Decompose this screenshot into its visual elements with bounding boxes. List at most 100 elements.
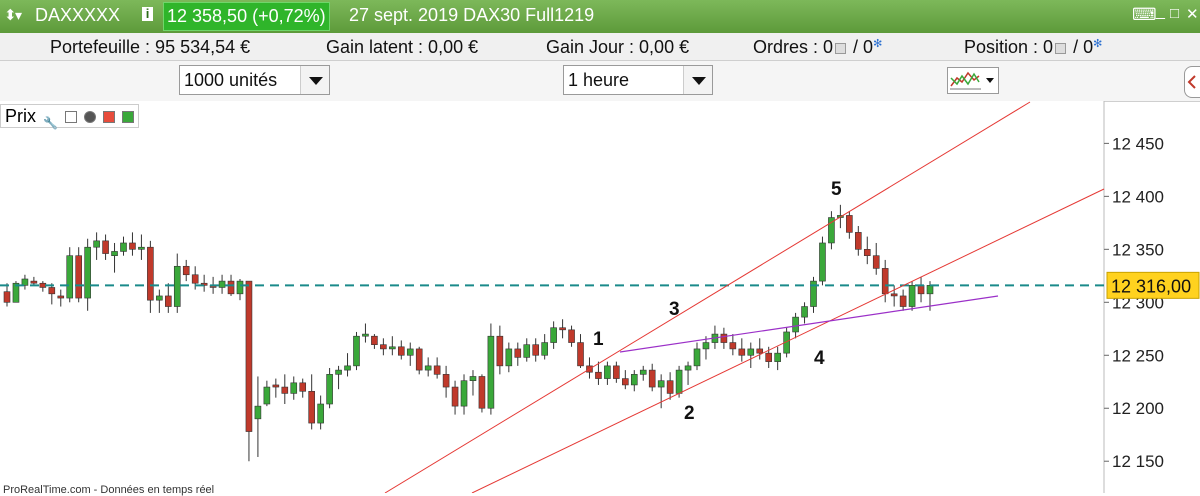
price-axis: 12 45012 40012 35012 30012 25012 20012 1… bbox=[1104, 134, 1200, 471]
candle-body bbox=[344, 365, 351, 371]
candle-body bbox=[362, 333, 369, 337]
quantity-select[interactable]: 1000 unités bbox=[179, 65, 330, 95]
data-source-note: ProRealTime.com - Données en temps réel bbox=[3, 484, 215, 496]
candle-body bbox=[236, 280, 244, 295]
candle-body bbox=[3, 291, 11, 303]
candle-body bbox=[57, 295, 65, 299]
portfolio-value: Portefeuille : 95 534,54 € bbox=[50, 37, 251, 57]
candle-body bbox=[263, 386, 271, 405]
position-pending: / 0 bbox=[1073, 37, 1094, 57]
window-icon[interactable] bbox=[64, 111, 77, 124]
orders-count: Ordres : 0 bbox=[753, 37, 834, 57]
candle-body bbox=[442, 374, 450, 388]
candle-body bbox=[819, 242, 826, 282]
candle-body bbox=[66, 255, 74, 299]
candle-body bbox=[424, 365, 432, 371]
wave-label-2: 2 bbox=[684, 403, 695, 424]
chevron-down-icon[interactable]: ▾ bbox=[15, 7, 22, 24]
candle-body bbox=[147, 246, 154, 301]
price-chart[interactable]: 12 45012 40012 35012 30012 25012 20012 1… bbox=[0, 101, 1200, 493]
candle-body bbox=[326, 374, 333, 405]
move-down-icon[interactable] bbox=[103, 111, 116, 124]
candle-body bbox=[613, 365, 620, 379]
orders-pending: / 0 bbox=[853, 37, 874, 57]
candle-body bbox=[156, 295, 163, 301]
y-tick-label: 12 400 bbox=[1112, 187, 1164, 206]
candle-body bbox=[872, 255, 880, 269]
candle-body bbox=[496, 335, 504, 367]
candle-body bbox=[648, 369, 656, 388]
candle-body bbox=[397, 346, 405, 356]
candle-body bbox=[191, 274, 199, 284]
y-tick-label: 12 450 bbox=[1112, 134, 1164, 153]
close-panel-icon[interactable] bbox=[84, 111, 96, 124]
chart-type-button[interactable] bbox=[947, 67, 999, 94]
candle-body bbox=[165, 295, 172, 307]
candle-body bbox=[380, 344, 387, 350]
candle-body bbox=[39, 282, 47, 288]
candle-body bbox=[729, 342, 737, 350]
wave-label-3: 3 bbox=[669, 299, 680, 320]
candle-body bbox=[523, 344, 531, 358]
wrench-icon[interactable]: 🔧 bbox=[43, 112, 58, 130]
candle-body bbox=[433, 365, 441, 375]
close-icon[interactable]: ✕ bbox=[1186, 5, 1199, 23]
move-up-icon[interactable] bbox=[122, 111, 135, 124]
maximize-icon[interactable]: □ bbox=[1170, 5, 1179, 22]
instrument-description: 27 sept. 2019 DAX30 Full1219 bbox=[349, 5, 595, 25]
candle-body bbox=[272, 384, 280, 388]
candle-body bbox=[801, 306, 808, 318]
keyboard-icon[interactable]: ⌨ bbox=[1132, 5, 1157, 25]
orders-close-icon[interactable] bbox=[835, 42, 847, 54]
y-tick-label: 12 350 bbox=[1112, 240, 1164, 259]
candle-body bbox=[675, 369, 683, 394]
chevron-down-icon[interactable] bbox=[300, 66, 329, 94]
candle-body bbox=[559, 327, 566, 331]
candle-body bbox=[747, 348, 755, 356]
candle-body bbox=[899, 295, 907, 307]
minimize-icon[interactable]: _ bbox=[1156, 3, 1165, 21]
candle-body bbox=[129, 242, 136, 250]
candle-body bbox=[353, 335, 360, 367]
candle-body bbox=[406, 348, 414, 356]
candle-body bbox=[595, 371, 602, 379]
position-close-icon[interactable] bbox=[1055, 42, 1067, 54]
candle-body bbox=[93, 240, 100, 248]
candle-body bbox=[460, 380, 468, 407]
candle-body bbox=[299, 382, 307, 392]
candle-body bbox=[630, 374, 638, 386]
position-settings-icon[interactable]: ✻ bbox=[1093, 37, 1102, 50]
candle-body bbox=[335, 369, 342, 375]
candle-body bbox=[290, 382, 298, 394]
orders-settings-icon[interactable]: ✻ bbox=[873, 37, 882, 50]
candle-body bbox=[111, 251, 118, 256]
candle-body bbox=[577, 342, 584, 367]
candle-body bbox=[738, 348, 746, 356]
timeframe-select[interactable]: 1 heure bbox=[563, 65, 713, 95]
candle-body bbox=[846, 215, 853, 233]
candle-body bbox=[138, 246, 145, 250]
symbol-name[interactable]: DAXXXXX bbox=[35, 5, 120, 26]
candle-body bbox=[505, 348, 513, 367]
candle-body bbox=[30, 280, 38, 284]
side-panel-toggle[interactable] bbox=[1184, 66, 1200, 98]
candle-body bbox=[765, 352, 772, 362]
candle-body bbox=[684, 365, 692, 371]
candle-body bbox=[182, 265, 190, 276]
candle-body bbox=[469, 376, 477, 381]
candle-body bbox=[693, 348, 701, 367]
candle-body bbox=[604, 365, 611, 379]
candle-body bbox=[120, 242, 127, 252]
info-icon[interactable]: i bbox=[142, 7, 153, 21]
candle-body bbox=[75, 255, 82, 299]
candle-body bbox=[720, 333, 728, 343]
position-summary[interactable]: Position : 0 / 0✻ bbox=[964, 37, 1102, 58]
candle-body bbox=[774, 352, 781, 362]
candle-body bbox=[532, 344, 540, 356]
unrealized-gain: Gain latent : 0,00 € bbox=[326, 37, 479, 57]
chevron-down-icon[interactable] bbox=[683, 66, 712, 94]
candle-body bbox=[890, 293, 898, 297]
candle-body bbox=[639, 369, 647, 375]
candle-body bbox=[622, 378, 629, 386]
orders-summary[interactable]: Ordres : 0 / 0✻ bbox=[753, 37, 882, 58]
